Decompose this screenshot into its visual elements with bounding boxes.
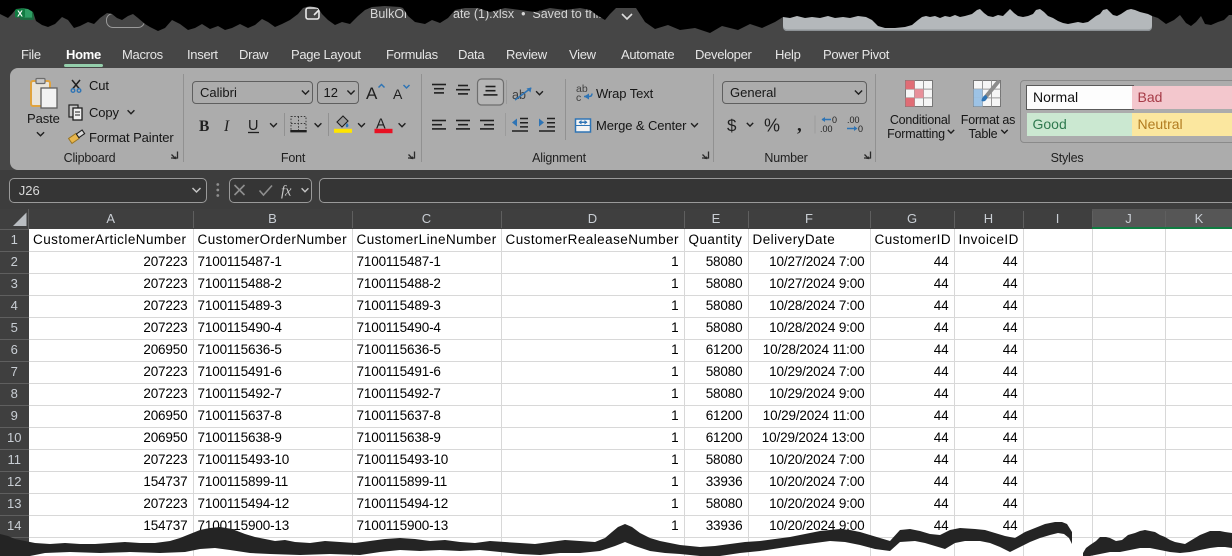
svg-text:X: X (17, 8, 23, 18)
